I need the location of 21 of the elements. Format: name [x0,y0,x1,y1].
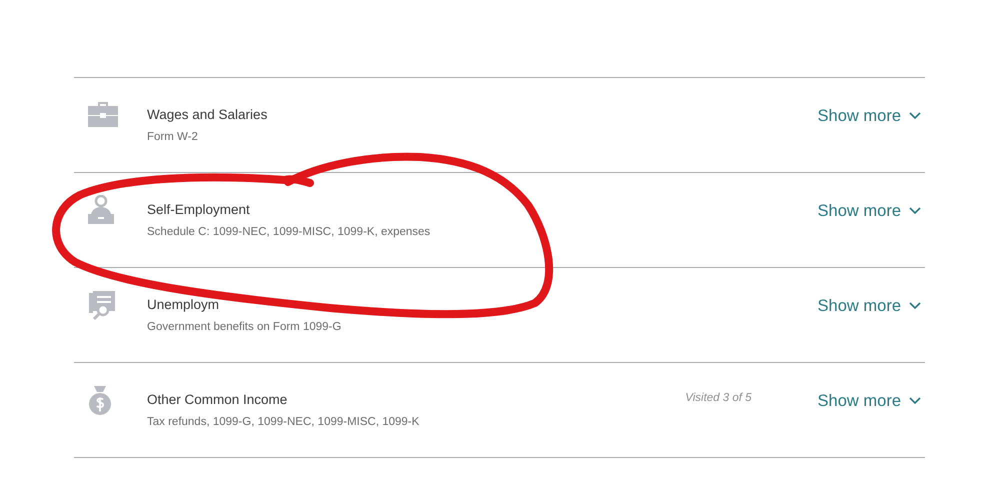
category-title: Unemploym [147,296,220,314]
chevron-down-icon [909,207,921,216]
category-title: Self-Employment [147,201,251,219]
category-title: Wages and Salaries [147,106,268,124]
category-subtitle: Form W-2 [147,130,199,145]
briefcase-icon [87,100,119,128]
category-subtitle: Government benefits on Form 1099-G [147,320,342,335]
category-subtitle: Schedule C: 1099-NEC, 1099-MISC, 1099-K, expenses [147,225,430,240]
person-laptop-icon [87,195,115,225]
chevron-down-icon [909,302,921,310]
category-subtitle: Tax refunds, 1099-G, 1099-NEC, 1099-MISC, 1099-K [147,415,420,430]
show-more-link[interactable]: Show more [818,104,921,129]
show-more-link[interactable]: Show more [818,294,921,319]
money-bag-icon [87,385,113,415]
visited-count: Visited 3 of 5 [685,391,752,406]
chevron-down-icon [909,112,921,120]
show-more-link[interactable]: Show more [818,389,921,414]
show-more-link[interactable]: Show more [818,199,921,224]
document-search-icon [87,290,117,320]
chevron-down-icon [909,397,921,406]
category-title: Other Common Income [147,391,288,409]
